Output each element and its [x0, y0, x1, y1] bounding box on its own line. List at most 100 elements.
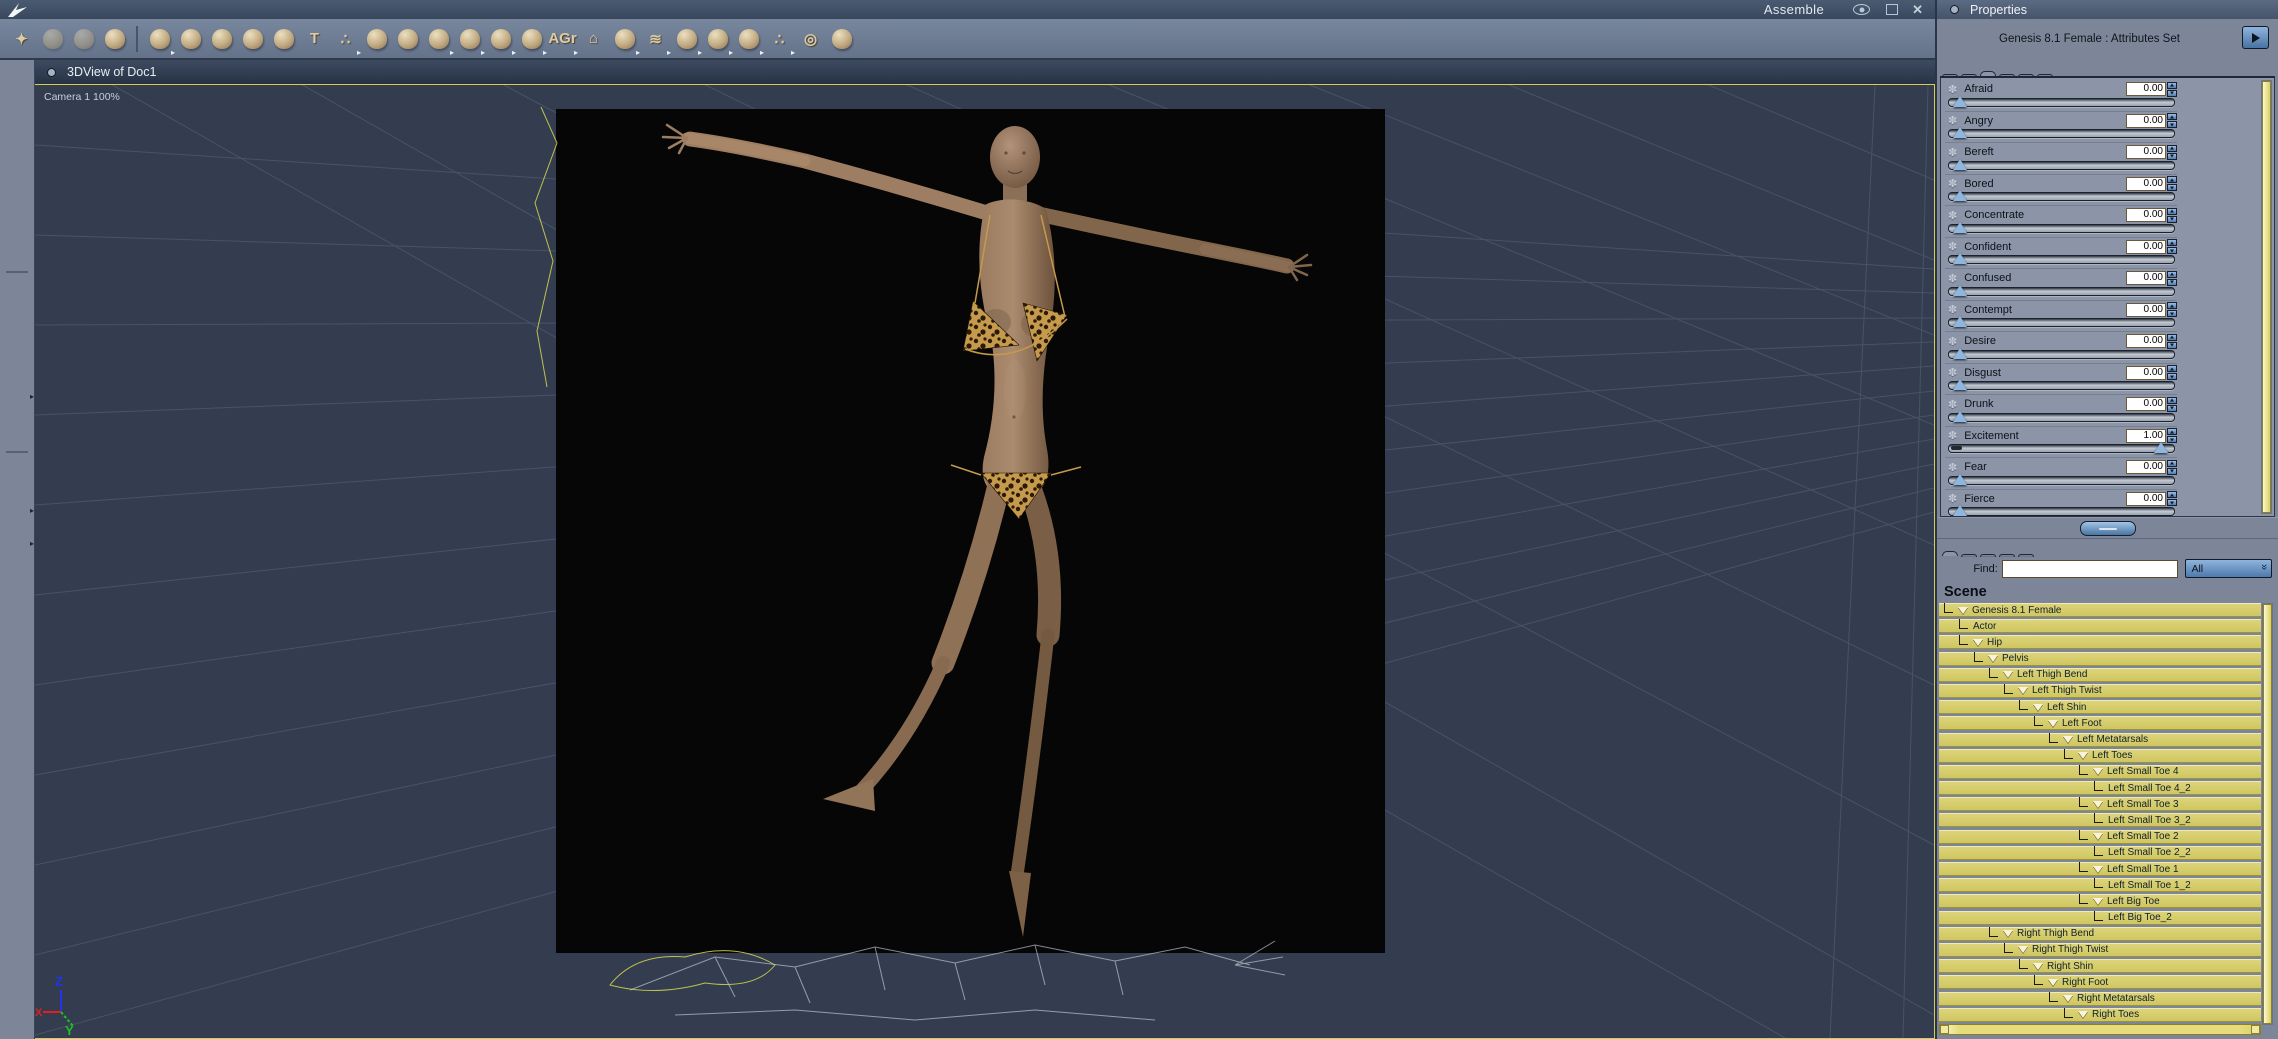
slider-thumb[interactable] — [1953, 473, 1967, 485]
gear-icon[interactable]: ✽ — [1948, 114, 1957, 127]
parameter-slider[interactable] — [1948, 347, 2175, 359]
tool-icon[interactable] — [4, 235, 30, 261]
tree-row[interactable]: Left Toes — [1939, 748, 2261, 763]
expand-triangle-icon[interactable] — [2033, 962, 2043, 970]
tree-row[interactable]: Left Small Toe 1_2 — [1939, 878, 2261, 893]
toolbar-icon[interactable] — [175, 24, 206, 54]
expand-triangle-icon[interactable] — [2048, 978, 2058, 986]
value-stepper[interactable] — [2167, 396, 2177, 412]
value-stepper[interactable] — [2167, 239, 2177, 254]
close-icon[interactable]: ✕ — [1912, 2, 1923, 18]
tree-row[interactable]: Left Shin — [1939, 700, 2261, 715]
viewport-canvas[interactable]: Camera 1 100% Z X Y — [34, 84, 1935, 1039]
expand-triangle-icon[interactable] — [2093, 897, 2103, 905]
tool-icon[interactable] — [4, 463, 30, 489]
expand-triangle-icon[interactable] — [2093, 768, 2103, 776]
browser-tab[interactable] — [1942, 551, 1958, 556]
properties-tab[interactable] — [1980, 71, 1996, 76]
toolbar-icon[interactable] — [361, 24, 392, 54]
value-stepper[interactable] — [2167, 459, 2177, 475]
toolbar-icon[interactable]: ≋ — [640, 24, 671, 57]
parameter-slider[interactable] — [1948, 316, 2175, 327]
gear-icon[interactable]: ✽ — [1948, 83, 1957, 96]
tree-row[interactable]: Hip — [1939, 635, 2261, 650]
slider-thumb[interactable] — [1953, 190, 1967, 201]
slider-thumb[interactable] — [1953, 158, 1967, 170]
parameter-value-field[interactable]: 0.00 — [2126, 271, 2166, 285]
splitter-handle[interactable] — [2079, 521, 2136, 536]
slider-thumb[interactable] — [2154, 442, 2168, 453]
visibility-eye-icon[interactable] — [1853, 4, 1871, 15]
toolbar-icon[interactable] — [392, 24, 423, 54]
expand-triangle-icon[interactable] — [2078, 1011, 2088, 1019]
value-stepper[interactable] — [2167, 176, 2177, 191]
toolbar-icon[interactable] — [516, 24, 547, 57]
parameter-value-field[interactable]: 0.00 — [2126, 460, 2166, 474]
toolbar-icon[interactable] — [671, 24, 702, 57]
menu-item[interactable] — [34, 0, 56, 19]
expand-triangle-icon[interactable] — [2093, 865, 2103, 873]
gear-icon[interactable]: ✽ — [1948, 429, 1957, 442]
tool-icon[interactable] — [0, 99, 34, 134]
menu-item[interactable] — [78, 0, 100, 19]
gear-icon[interactable]: ✽ — [1948, 335, 1957, 348]
properties-titlebar[interactable]: Properties — [1937, 0, 2278, 19]
tree-row[interactable]: Right Metatarsals — [1939, 991, 2261, 1006]
toolbar-icon[interactable] — [68, 24, 99, 54]
gear-icon[interactable]: ✽ — [1948, 272, 1957, 285]
menu-item[interactable] — [144, 0, 166, 19]
tool-icon[interactable] — [4, 382, 34, 410]
toolbar-icon[interactable] — [130, 24, 144, 54]
window-dot-icon[interactable] — [47, 67, 56, 77]
slider-thumb[interactable] — [1953, 316, 1967, 327]
tree-row[interactable]: Left Big Toe — [1939, 894, 2261, 909]
tree-row[interactable]: Right Thigh Twist — [1939, 942, 2261, 957]
toolbar-icon[interactable] — [99, 24, 130, 54]
parameter-slider[interactable] — [1948, 253, 2175, 264]
menu-item[interactable] — [56, 0, 78, 19]
browser-tab[interactable] — [2018, 554, 2034, 557]
tool-icon[interactable] — [4, 316, 30, 342]
value-stepper[interactable] — [2167, 81, 2177, 97]
expand-triangle-icon[interactable] — [2078, 752, 2088, 760]
parameter-value-field[interactable]: 0.00 — [2126, 82, 2166, 96]
value-stepper[interactable] — [2167, 365, 2177, 380]
tree-row[interactable]: Right Toes — [1939, 1007, 2261, 1022]
toolbar-icon[interactable] — [702, 24, 733, 57]
value-stepper[interactable] — [2167, 491, 2177, 506]
menu-item[interactable] — [166, 0, 188, 19]
parameter-slider[interactable] — [1948, 95, 2175, 107]
toolbar-icon[interactable]: AGr — [547, 24, 578, 57]
gear-icon[interactable]: ✽ — [1948, 146, 1957, 159]
parameter-value-field[interactable]: 0.00 — [2126, 365, 2166, 380]
toolbar-icon[interactable]: ◎ — [795, 24, 826, 54]
slider-thumb[interactable] — [1953, 284, 1967, 296]
parameter-value-field[interactable]: 0.00 — [2126, 334, 2166, 348]
tool-icon[interactable] — [6, 451, 28, 453]
tool-icon[interactable] — [0, 66, 34, 101]
toolbar-icon[interactable] — [733, 24, 764, 57]
toolbar-icon[interactable] — [423, 24, 454, 57]
menu-item[interactable] — [122, 0, 144, 19]
toolbar-icon[interactable] — [144, 24, 175, 57]
toolbar-icon[interactable] — [454, 24, 485, 57]
gear-icon[interactable]: ✽ — [1948, 240, 1957, 253]
tool-icon[interactable] — [4, 349, 30, 375]
toolbar-icon[interactable]: T — [299, 24, 330, 54]
expand-triangle-icon[interactable] — [2048, 719, 2058, 727]
gear-icon[interactable]: ✽ — [1948, 209, 1957, 222]
value-stepper[interactable] — [2167, 113, 2177, 128]
tree-row[interactable]: Left Thigh Bend — [1939, 667, 2261, 682]
parameter-value-field[interactable]: 1.00 — [2126, 428, 2166, 443]
slider-thumb[interactable] — [1953, 379, 1967, 390]
scene-scrollbar[interactable] — [2262, 603, 2273, 1025]
tool-icon[interactable] — [4, 136, 30, 162]
tree-row[interactable]: Left Metatarsals — [1939, 732, 2261, 747]
expand-triangle-icon[interactable] — [2003, 930, 2013, 938]
parameter-slider[interactable] — [1948, 473, 2175, 485]
parameter-slider[interactable] — [1948, 127, 2175, 138]
expand-triangle-icon[interactable] — [1973, 638, 1983, 646]
value-stepper[interactable] — [2167, 333, 2177, 349]
tool-icon[interactable] — [4, 283, 30, 309]
parameter-slider[interactable] — [1948, 221, 2175, 233]
